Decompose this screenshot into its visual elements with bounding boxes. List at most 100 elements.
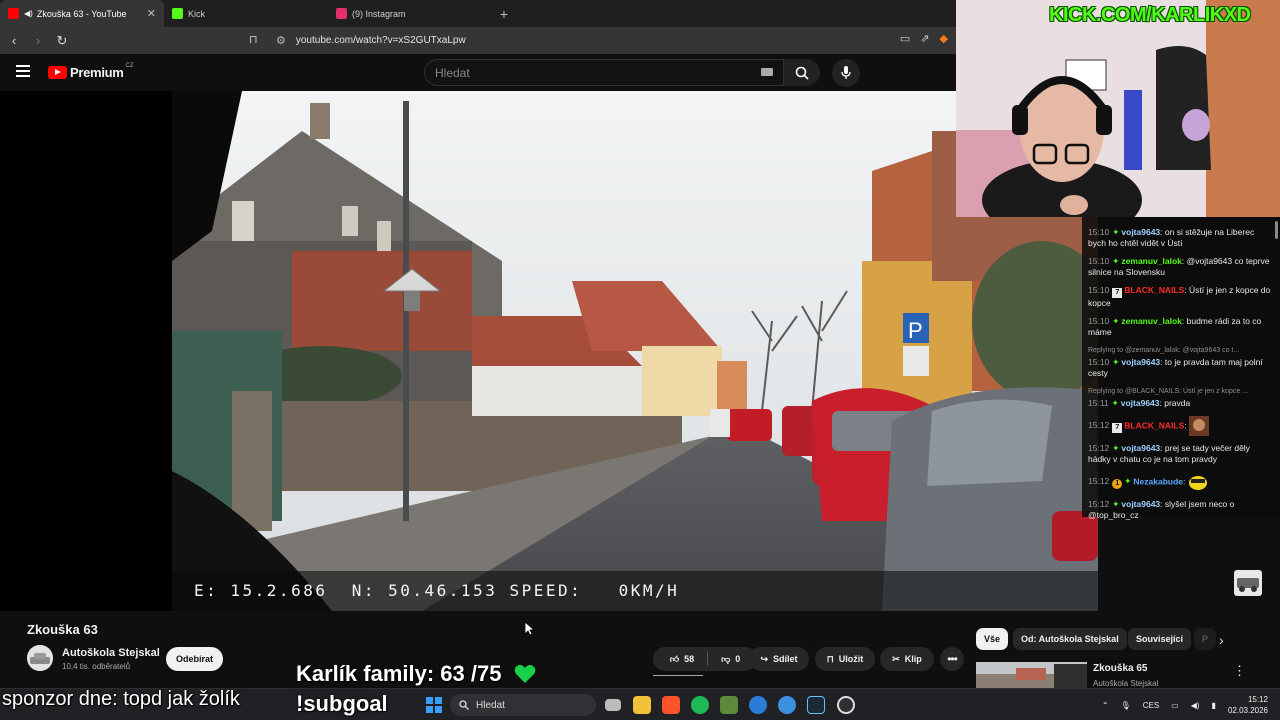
forward-button[interactable]: ›	[28, 31, 48, 51]
share-icon: ↪	[760, 653, 769, 664]
url-field[interactable]: ⚙ youtube.com/watch?v=xS2GUTxaLpw	[276, 31, 976, 50]
face-emote-icon	[1189, 416, 1209, 436]
youtube-play-icon	[48, 66, 67, 79]
brave-browser-icon[interactable]	[662, 696, 680, 714]
chat-username[interactable]: vojta9643	[1121, 357, 1160, 367]
menu-icon[interactable]	[16, 65, 30, 80]
language-indicator[interactable]: CES	[1143, 701, 1159, 710]
tab-youtube[interactable]: ◀) Zkouška 63 - YouTube ✕	[0, 0, 164, 27]
logo-region: CZ	[125, 62, 134, 69]
thumbnail-icon	[1237, 578, 1259, 592]
battery-icon[interactable]: ▮	[1212, 701, 1216, 710]
minecraft-icon[interactable]	[720, 696, 738, 714]
chip-related[interactable]: Související	[1128, 628, 1192, 650]
youtube-header: Premium CZ Hledat	[0, 54, 956, 91]
speaker-icon[interactable]: ◀)	[24, 9, 33, 18]
subscriber-badge-icon: ✦	[1112, 227, 1120, 237]
search-button[interactable]	[784, 59, 820, 86]
chevron-up-icon[interactable]: ⌃	[1102, 701, 1109, 710]
microphone-tray-icon[interactable]: 🎙︎	[1121, 701, 1131, 710]
taskbar-clock[interactable]: 15:12 02.03.2026	[1228, 694, 1268, 716]
bookmark-icon[interactable]: ⊓	[249, 33, 258, 46]
seventv-badge-icon: 7	[1112, 423, 1123, 434]
bookmark-save-icon: ⊓	[826, 653, 834, 664]
steam-icon[interactable]	[807, 696, 825, 714]
chat-reply-context: Replying to @BLACK_NAILS: Ústí je jen z …	[1088, 388, 1249, 395]
obs-icon[interactable]	[837, 696, 855, 714]
chat-username[interactable]: BLACK_NAILS	[1124, 420, 1184, 430]
chat-reply-context: Replying to @zemanuv_lalok: @vojta9643 c…	[1088, 347, 1240, 354]
more-actions-button[interactable]: •••	[940, 647, 964, 671]
subscriber-badge-icon: ✦	[1112, 256, 1120, 266]
channel-avatar[interactable]	[27, 645, 53, 671]
system-tray: ⌃ 🎙︎ CES ▭ ◀) ▮ 15:12 02.03.2026	[1102, 694, 1268, 716]
chat-username[interactable]: vojta9643	[1121, 443, 1160, 453]
search-icon	[459, 700, 469, 710]
ccleaner-icon[interactable]	[749, 696, 767, 714]
thumbs-up-icon[interactable]: 👍︎	[670, 654, 679, 665]
tab-kick[interactable]: Kick	[164, 0, 328, 27]
subscriber-badge-icon: ✦	[1111, 398, 1119, 408]
windows-start-icon[interactable]	[426, 697, 442, 713]
file-explorer-icon[interactable]	[633, 696, 651, 714]
chat-username[interactable]: vojta9643	[1121, 499, 1160, 509]
subscribe-button[interactable]: Odebírat	[166, 647, 223, 671]
chevron-right-icon[interactable]: ›	[1219, 632, 1224, 648]
chat-username[interactable]: zemanuv_lalok	[1121, 316, 1181, 326]
mini-thumbnail[interactable]	[1234, 570, 1262, 596]
save-button[interactable]: ⊓ Uložit	[815, 647, 875, 671]
subscriber-badge-icon: ✦	[1112, 357, 1120, 367]
share-button[interactable]: ↪ Sdílet	[749, 647, 809, 671]
chat-username[interactable]: vojta9643	[1121, 398, 1160, 408]
chip-more[interactable]: P	[1194, 628, 1217, 650]
volume-icon[interactable]: ◀)	[1191, 701, 1200, 710]
chat-message: 15:12 1 ✦ Nezakabude:	[1088, 472, 1274, 492]
close-tab-icon[interactable]: ✕	[147, 7, 156, 20]
thumbs-down-icon[interactable]: 👎︎	[721, 654, 730, 665]
back-button[interactable]: ‹	[4, 31, 24, 51]
chat-text: pravda	[1164, 398, 1191, 408]
task-view-icon[interactable]	[605, 699, 621, 711]
share-page-icon[interactable]: ⇗	[920, 32, 929, 45]
pepe-emote-icon	[1188, 476, 1207, 490]
chat-username[interactable]: BLACK_NAILS	[1124, 285, 1184, 295]
site-info-icon[interactable]: ⚙	[276, 34, 286, 47]
chat-scrollbar[interactable]	[1275, 221, 1278, 239]
kick-favicon-icon	[172, 8, 183, 19]
video-title: Zkouška 63	[27, 622, 98, 637]
dislike-count[interactable]: 0	[735, 654, 740, 664]
chat-username[interactable]: zemanuv_lalok	[1121, 256, 1181, 266]
logo-text: Premium	[70, 65, 124, 80]
shield-icon[interactable]: ◆	[940, 32, 948, 45]
chat-username[interactable]: vojta9643	[1121, 227, 1160, 237]
webcam-overlay	[956, 0, 1280, 217]
recommendation-channel[interactable]: Autoškola Stejskal	[1093, 679, 1158, 688]
spotify-icon[interactable]	[691, 696, 709, 714]
ccleaner-alt-icon[interactable]	[778, 696, 796, 714]
seventv-badge-icon: 7	[1112, 288, 1123, 298]
clip-button[interactable]: ✂ Klip	[880, 647, 934, 671]
tab-instagram[interactable]: (9) Instagram	[328, 0, 492, 27]
browser-actions: ▭ ⇗ ◆	[900, 32, 948, 45]
car-icon	[27, 645, 53, 671]
taskbar-search[interactable]: Hledat	[450, 694, 596, 716]
voice-search-button[interactable]	[832, 59, 860, 87]
network-icon[interactable]: ▭	[1171, 701, 1179, 710]
reload-button[interactable]: ↻	[52, 31, 72, 51]
recommendation-title[interactable]: Zkouška 65	[1093, 663, 1147, 674]
screen-icon[interactable]: ▭	[900, 32, 910, 45]
chat-username[interactable]: Nezakabude	[1133, 476, 1183, 486]
like-count[interactable]: 58	[684, 654, 694, 664]
youtube-logo[interactable]: Premium CZ	[48, 62, 134, 80]
recommendation-more-icon[interactable]: ⋮	[1233, 663, 1246, 679]
new-tab-button[interactable]: +	[492, 0, 516, 27]
scissors-icon: ✂	[892, 653, 900, 664]
keyboard-icon[interactable]	[761, 68, 773, 76]
chip-all[interactable]: Vše	[976, 628, 1009, 650]
chip-from-channel[interactable]: Od: Autoškola Stejskal	[1013, 628, 1127, 650]
search-input[interactable]: Hledat	[424, 59, 784, 86]
chat-timestamp: 15:12	[1088, 476, 1110, 487]
chat-timestamp: 15:10	[1088, 227, 1110, 237]
recommendation-thumbnail[interactable]	[976, 662, 1087, 688]
channel-name[interactable]: Autoškola Stejskal	[62, 647, 160, 659]
